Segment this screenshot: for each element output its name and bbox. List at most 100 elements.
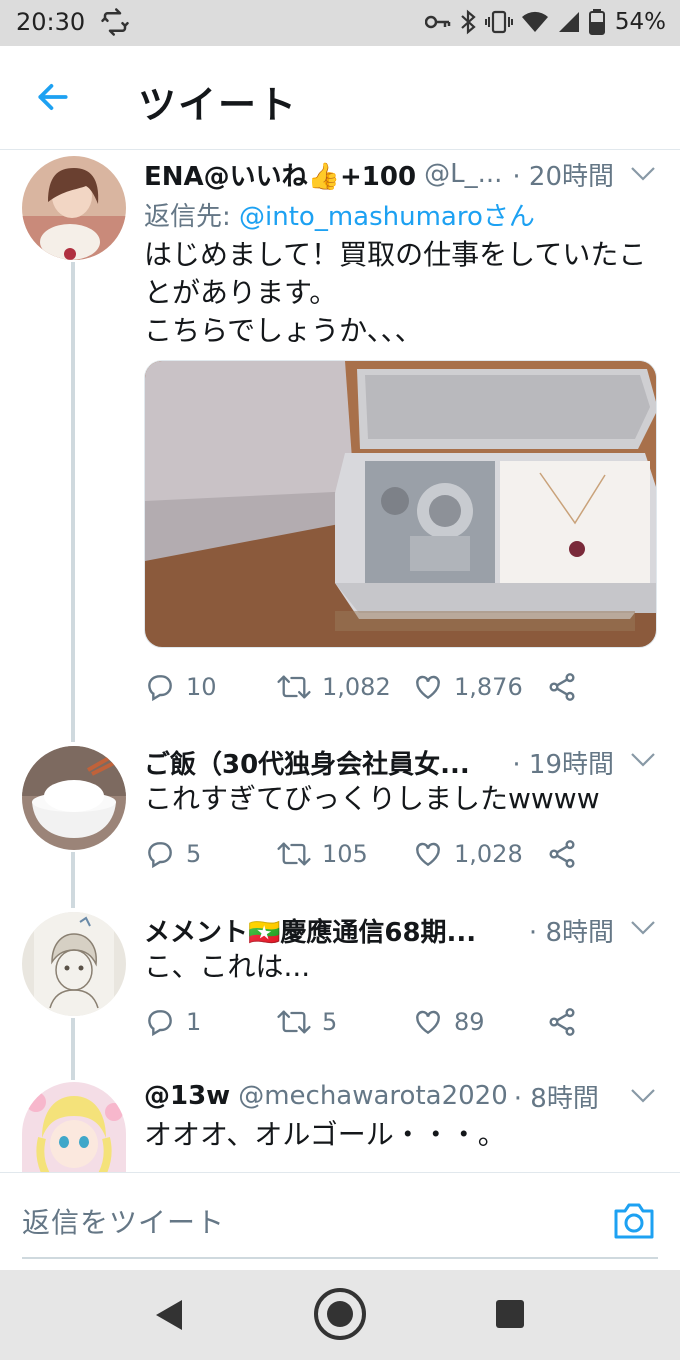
nav-back-icon[interactable] bbox=[154, 1298, 184, 1332]
tweet-text: これすぎてびっくりしましたwwww bbox=[144, 780, 664, 818]
tweet-header: ご飯（30代独身会社員女... · 19時間 bbox=[144, 742, 614, 782]
wifi-icon bbox=[521, 11, 548, 32]
avatar[interactable] bbox=[22, 156, 126, 260]
retweet-count: 5 bbox=[322, 1008, 338, 1036]
tweet-header: @13w @mechawarota2020 · 8時間 bbox=[144, 1076, 614, 1116]
tweet-media-image[interactable] bbox=[144, 360, 657, 648]
reply-to-label: 返信先: bbox=[144, 202, 240, 232]
tweet-text-line: はじめまして！買取の仕事をしていたこ bbox=[144, 238, 647, 271]
reply-input-underline bbox=[22, 1257, 658, 1259]
reply-action[interactable]: 10 bbox=[144, 667, 217, 707]
like-count: 1,876 bbox=[454, 673, 523, 701]
key-icon bbox=[424, 15, 451, 29]
app-header: ツイート bbox=[0, 46, 680, 150]
retweet-icon bbox=[277, 842, 311, 866]
like-action[interactable]: 89 bbox=[412, 1002, 485, 1042]
nav-recents-icon[interactable] bbox=[494, 1298, 526, 1330]
tweet-time: · 19時間 bbox=[512, 749, 614, 780]
user-name[interactable]: ENA@いいね👍+100 bbox=[144, 156, 416, 193]
chevron-down-icon[interactable] bbox=[630, 1088, 656, 1104]
share-action[interactable] bbox=[546, 667, 578, 707]
retweet-action[interactable]: 5 bbox=[276, 1002, 337, 1042]
reply-icon bbox=[148, 842, 172, 869]
heart-icon bbox=[416, 842, 440, 867]
tweet-text-line: これすぎてびっくりしましたwwww bbox=[144, 782, 600, 815]
bluetooth-icon bbox=[461, 9, 476, 35]
camera-icon[interactable] bbox=[612, 1201, 656, 1241]
tweet-text-line: こちらでしょうか、、、 bbox=[144, 314, 423, 347]
like-action[interactable]: 1,876 bbox=[412, 667, 523, 707]
avatar-image bbox=[22, 1082, 126, 1172]
avatar[interactable] bbox=[22, 746, 126, 850]
like-count: 1,028 bbox=[454, 840, 523, 868]
share-icon bbox=[549, 1008, 575, 1036]
battery-percent: 54% bbox=[614, 9, 666, 35]
status-bar: 20:30 54% bbox=[0, 0, 680, 46]
avatar[interactable] bbox=[22, 1082, 126, 1172]
arrow-left-icon[interactable] bbox=[34, 78, 72, 116]
retweet-action[interactable]: 105 bbox=[276, 834, 368, 874]
avatar[interactable] bbox=[22, 912, 126, 1016]
like-action[interactable]: 1,028 bbox=[412, 834, 523, 874]
reply-action[interactable]: 1 bbox=[144, 1002, 201, 1042]
tweet-text: はじめまして！買取の仕事をしていたこ とがあります。 こちらでしょうか、、、 bbox=[144, 236, 664, 350]
reply-count: 5 bbox=[186, 840, 202, 868]
thread-line bbox=[71, 1018, 75, 1080]
status-time: 20:30 bbox=[16, 8, 86, 36]
user-name[interactable]: @13w bbox=[144, 1081, 230, 1111]
thread-line bbox=[71, 852, 75, 908]
reply-icon bbox=[148, 1010, 172, 1037]
page-title: ツイート bbox=[138, 83, 299, 127]
reply-input[interactable]: 返信をツイート bbox=[22, 1201, 225, 1241]
user-name[interactable]: メメント🇲🇲慶應通信68期... bbox=[144, 912, 476, 949]
like-count: 89 bbox=[454, 1008, 485, 1036]
battery-icon bbox=[588, 9, 605, 35]
heart-icon bbox=[416, 1010, 440, 1035]
chevron-down-icon[interactable] bbox=[630, 752, 656, 768]
music-box-photo bbox=[145, 361, 656, 647]
tweet-text: オオオ、オルゴール・・・。 bbox=[144, 1116, 664, 1154]
reply-count: 10 bbox=[186, 673, 217, 701]
avatar-image bbox=[22, 746, 126, 850]
tweet-text: こ、これは... bbox=[144, 948, 664, 986]
tweet-time: · 8時間 bbox=[528, 917, 614, 948]
system-nav-bar bbox=[0, 1270, 680, 1360]
user-name[interactable]: ご飯（30代独身会社員女... bbox=[144, 744, 470, 781]
vibrate-icon bbox=[484, 10, 513, 34]
retweet-action[interactable]: 1,082 bbox=[276, 667, 391, 707]
retweet-icon bbox=[277, 1010, 311, 1034]
reply-to-mention[interactable]: @into_mashumaroさん bbox=[239, 202, 535, 232]
reply-action[interactable]: 5 bbox=[144, 834, 201, 874]
tweet-time: · 20時間 bbox=[512, 161, 614, 192]
chevron-down-icon[interactable] bbox=[630, 920, 656, 936]
tweet-actions: 5 105 1,028 bbox=[144, 834, 584, 874]
share-icon bbox=[549, 673, 575, 701]
heart-icon bbox=[416, 675, 440, 700]
share-action[interactable] bbox=[546, 834, 578, 874]
user-handle[interactable]: @mechawarota2020 bbox=[238, 1081, 508, 1111]
reply-composer: 返信をツイート bbox=[0, 1172, 680, 1270]
tweet-text-line: とがあります。 bbox=[144, 276, 338, 309]
signal-icon bbox=[558, 12, 579, 32]
tweet-time: · 8時間 bbox=[513, 1083, 599, 1114]
retweet-count: 105 bbox=[322, 840, 368, 868]
tweet-header: メメント🇲🇲慶應通信68期... · 8時間 bbox=[144, 910, 614, 950]
tweet-text-line: こ、これは... bbox=[144, 950, 311, 983]
tweet-header: ENA@いいね👍+100 @L_... · 20時間 bbox=[144, 154, 614, 194]
retweet-icon bbox=[277, 675, 311, 699]
nav-home-icon[interactable] bbox=[312, 1286, 368, 1342]
avatar-image bbox=[22, 156, 126, 260]
reply-icon bbox=[148, 675, 172, 702]
chevron-down-icon[interactable] bbox=[630, 166, 656, 182]
thread-line bbox=[71, 262, 75, 742]
tweet-actions: 10 1,082 1,876 bbox=[144, 667, 584, 707]
tweet-text-line: オオオ、オルゴール・・・。 bbox=[144, 1118, 506, 1151]
avatar-image bbox=[22, 912, 126, 1016]
user-handle[interactable]: @L_... bbox=[424, 159, 502, 189]
retweet-count: 1,082 bbox=[322, 673, 391, 701]
reply-count: 1 bbox=[186, 1008, 202, 1036]
share-icon bbox=[549, 840, 575, 868]
tweet-actions: 1 5 89 bbox=[144, 1002, 584, 1042]
retweet-notification-icon bbox=[101, 8, 129, 36]
share-action[interactable] bbox=[546, 1002, 578, 1042]
